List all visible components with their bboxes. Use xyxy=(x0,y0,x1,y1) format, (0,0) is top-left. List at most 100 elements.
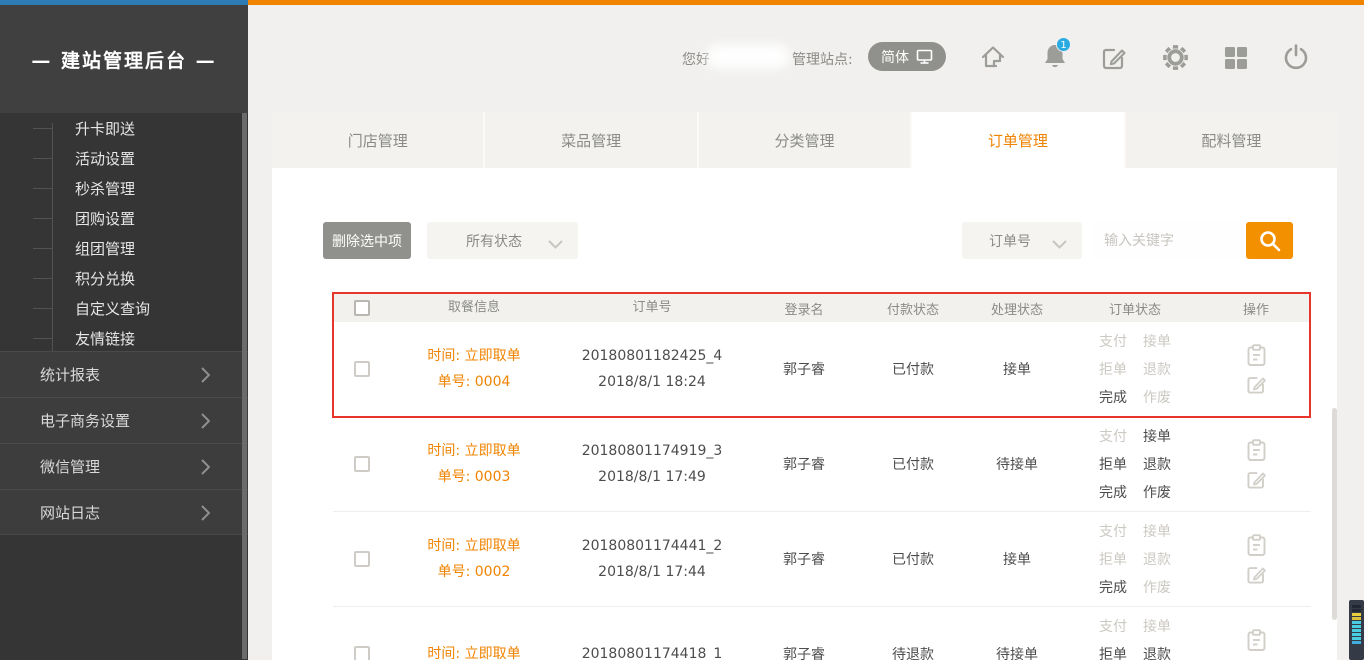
col-pickup-info: 取餐信息 xyxy=(391,295,557,321)
search-icon xyxy=(1257,228,1283,254)
status-link-reject[interactable]: 拒单 xyxy=(1099,644,1127,660)
sidebar-item-activity-settings[interactable]: 活动设置 xyxy=(0,143,248,173)
payment-status: 待退款 xyxy=(861,644,965,660)
status-link-void[interactable]: 作废 xyxy=(1143,482,1171,502)
sidebar-item-flashsale[interactable]: 秒杀管理 xyxy=(0,173,248,203)
status-link-complete[interactable]: 完成 xyxy=(1099,482,1127,502)
col-actions: 操作 xyxy=(1201,299,1311,318)
sidebar-item-friend-links[interactable]: 友情链接 xyxy=(0,323,248,353)
order-manage-panel: 删除选中项 所有状态 订单号 取餐信息 订单号 登录名 付款状态 处理状态 订单… xyxy=(272,168,1337,660)
status-link-refund[interactable]: 退款 xyxy=(1143,359,1171,379)
payment-status: 已付款 xyxy=(861,359,965,379)
status-link-complete[interactable]: 完成 xyxy=(1099,387,1127,407)
col-payment-status: 付款状态 xyxy=(861,299,965,318)
edit-icon[interactable] xyxy=(1246,374,1267,395)
status-link-complete[interactable]: 完成 xyxy=(1099,577,1127,597)
gear-icon[interactable] xyxy=(1162,44,1189,75)
sidebar-item-groupbuy-settings[interactable]: 团购设置 xyxy=(0,203,248,233)
status-filter-dropdown[interactable]: 所有状态 xyxy=(427,222,578,259)
sidebar-item-points-exchange[interactable]: 积分兑换 xyxy=(0,263,248,293)
order-number: 20180801174919_3 2018/8/1 17:49 xyxy=(557,438,747,490)
tab-store-manage[interactable]: 门店管理 xyxy=(272,112,485,168)
payment-status: 已付款 xyxy=(861,549,965,569)
table-row: 时间: 立即取单 20180801174418_1 郭子睿 待退款 待接单 支付… xyxy=(333,607,1311,660)
row-checkbox[interactable] xyxy=(354,646,370,660)
table-header: 取餐信息 订单号 登录名 付款状态 处理状态 订单状态 操作 xyxy=(333,294,1311,322)
payment-status: 已付款 xyxy=(861,454,965,474)
status-link-reject[interactable]: 拒单 xyxy=(1099,359,1127,379)
status-link-accept[interactable]: 接单 xyxy=(1143,616,1171,636)
status-link-refund[interactable]: 退款 xyxy=(1143,454,1171,474)
status-link-accept[interactable]: 接单 xyxy=(1143,331,1171,351)
power-icon[interactable] xyxy=(1282,43,1310,75)
tab-order-manage[interactable]: 订单管理 xyxy=(912,112,1125,168)
clipboard-icon[interactable] xyxy=(1246,629,1267,652)
status-link-void[interactable]: 作废 xyxy=(1143,387,1171,407)
sidebar-scrollbar[interactable] xyxy=(242,113,247,659)
home-icon[interactable] xyxy=(979,43,1007,75)
mini-widget[interactable] xyxy=(1349,600,1364,660)
sidebar-item-site-logs[interactable]: 网站日志 xyxy=(0,489,248,535)
monitor-icon xyxy=(916,49,933,65)
select-all-checkbox[interactable] xyxy=(354,300,370,316)
chevron-right-icon xyxy=(201,505,210,525)
login-name: 郭子睿 xyxy=(747,359,861,379)
tab-category-manage[interactable]: 分类管理 xyxy=(699,112,912,168)
status-link-accept[interactable]: 接单 xyxy=(1143,521,1171,541)
language-site-button[interactable]: 简体 xyxy=(868,42,946,71)
bell-icon[interactable]: 1 xyxy=(1042,43,1068,75)
status-link-refund[interactable]: 退款 xyxy=(1143,549,1171,569)
chevron-right-icon xyxy=(201,459,210,479)
sidebar-item-custom-query[interactable]: 自定义查询 xyxy=(0,293,248,323)
search-input[interactable] xyxy=(1092,222,1245,259)
edit-icon[interactable] xyxy=(1246,564,1267,585)
edit-icon[interactable] xyxy=(1101,45,1127,75)
status-link-pay[interactable]: 支付 xyxy=(1099,331,1127,351)
order-number: 20180801174441_2 2018/8/1 17:44 xyxy=(557,533,747,585)
status-link-reject[interactable]: 拒单 xyxy=(1099,549,1127,569)
status-link-pay[interactable]: 支付 xyxy=(1099,426,1127,446)
status-link-accept[interactable]: 接单 xyxy=(1143,426,1171,446)
sidebar-item-card-gift[interactable]: 升卡即送 xyxy=(0,113,248,143)
sidebar-item-group-manage[interactable]: 组团管理 xyxy=(0,233,248,263)
row-checkbox[interactable] xyxy=(354,551,370,567)
status-link-pay[interactable]: 支付 xyxy=(1099,521,1127,541)
clipboard-icon[interactable] xyxy=(1246,534,1267,557)
site-label: 管理站点: xyxy=(792,49,853,69)
clipboard-icon[interactable] xyxy=(1246,344,1267,367)
row-checkbox[interactable] xyxy=(354,456,370,472)
mini-widget-stripe xyxy=(1352,641,1361,644)
process-status: 接单 xyxy=(965,549,1069,569)
status-link-void[interactable]: 作废 xyxy=(1143,577,1171,597)
delete-selected-button[interactable]: 删除选中项 xyxy=(323,222,411,259)
row-checkbox[interactable] xyxy=(354,361,370,377)
table-row: 时间: 立即取单 单号: 0004 20180801182425_4 2018/… xyxy=(333,322,1311,417)
search-type-dropdown[interactable]: 订单号 xyxy=(962,222,1082,259)
edit-icon[interactable] xyxy=(1246,469,1267,490)
status-link-pay[interactable]: 支付 xyxy=(1099,616,1127,636)
chevron-right-icon xyxy=(201,367,210,387)
content-scrollbar[interactable] xyxy=(1332,408,1337,620)
process-status: 待接单 xyxy=(965,454,1069,474)
status-link-reject[interactable]: 拒单 xyxy=(1099,454,1127,474)
pickup-info: 时间: 立即取单 xyxy=(391,641,557,660)
sidebar-item-statistics[interactable]: 统计报表 xyxy=(0,351,248,397)
mini-widget-stripe xyxy=(1352,605,1361,608)
username-redacted xyxy=(706,44,790,69)
clipboard-icon[interactable] xyxy=(1246,439,1267,462)
grid-icon[interactable] xyxy=(1224,46,1248,74)
tab-ingredient-manage[interactable]: 配料管理 xyxy=(1126,112,1337,168)
pickup-info: 时间: 立即取单 单号: 0003 xyxy=(391,438,557,490)
search-button[interactable] xyxy=(1246,222,1293,259)
col-process-status: 处理状态 xyxy=(965,299,1069,318)
sidebar-item-wechat-manage[interactable]: 微信管理 xyxy=(0,443,248,489)
topbar-orange xyxy=(248,0,1364,5)
col-order-status: 订单状态 xyxy=(1069,299,1201,318)
sidebar-item-ecommerce-settings[interactable]: 电子商务设置 xyxy=(0,397,248,443)
status-link-refund[interactable]: 退款 xyxy=(1143,644,1171,660)
order-status-links: 支付 接单 拒单 退款 完成 作废 xyxy=(1099,331,1171,407)
tab-dish-manage[interactable]: 菜品管理 xyxy=(485,112,698,168)
chevron-down-icon xyxy=(548,237,563,253)
table-row: 时间: 立即取单 单号: 0002 20180801174441_2 2018/… xyxy=(333,512,1311,607)
table-row: 时间: 立即取单 单号: 0003 20180801174919_3 2018/… xyxy=(333,417,1311,512)
